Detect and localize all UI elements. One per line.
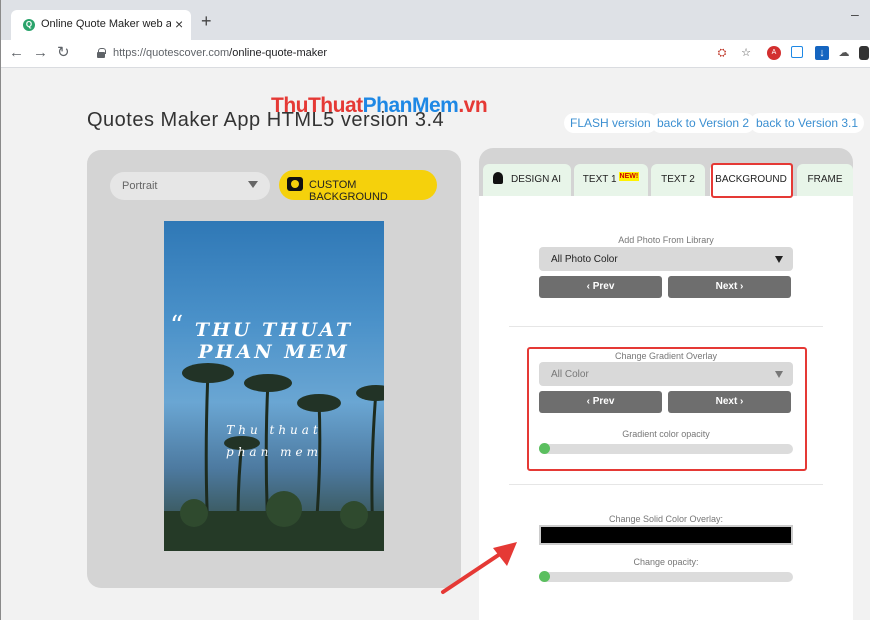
chevron-down-icon — [775, 256, 783, 263]
quote-author-line2: phan mem — [226, 445, 322, 459]
version-3-1-link[interactable]: back to Version 3.1 — [750, 113, 865, 133]
gradient-color-select[interactable]: All Color — [539, 362, 793, 386]
gradient-opacity-slider[interactable] — [539, 443, 793, 454]
adblock-extension-icon[interactable]: A — [767, 46, 781, 60]
photo-color-value: All Photo Color — [551, 254, 618, 265]
gradient-opacity-label: Gradient color opacity — [622, 429, 710, 439]
browser-window: Q Online Quote Maker web applica × + – ←… — [0, 0, 870, 620]
tab-strip: Q Online Quote Maker web applica × + – — [1, 0, 870, 40]
new-badge: NEW! — [618, 172, 640, 181]
divider — [509, 484, 823, 485]
custom-background-label: CUSTOM BACKGROUND — [309, 179, 388, 203]
orientation-select[interactable]: Portrait — [110, 172, 270, 200]
url-host: https://quotescover.com — [113, 47, 230, 59]
editor-tabs: DESIGN AI TEXT 1 NEW! TEXT 2 BACKGROUND F… — [479, 148, 853, 196]
new-tab-icon[interactable]: + — [201, 12, 212, 30]
library-next-button[interactable]: Next › — [668, 276, 791, 298]
quote-main-line2: PHAN MEM — [198, 341, 350, 363]
lock-icon — [97, 48, 106, 58]
editor-panel: DESIGN AI TEXT 1 NEW! TEXT 2 BACKGROUND F… — [479, 148, 853, 620]
back-arrow-icon[interactable]: ← — [9, 45, 24, 61]
watermark-part3: .vn — [458, 94, 488, 117]
slider-knob[interactable] — [539, 571, 550, 582]
close-tab-icon[interactable]: × — [175, 16, 183, 32]
quote-main-text: THU THUAT PHAN MEM — [164, 319, 384, 363]
slider-knob[interactable] — [539, 443, 550, 454]
bookmark-star-icon[interactable]: ☆ — [739, 46, 753, 60]
solid-color-picker[interactable] — [539, 525, 793, 545]
gradient-next-button[interactable]: Next › — [668, 391, 791, 413]
download-extension-icon[interactable]: ↓ — [815, 46, 829, 60]
library-label: Add Photo From Library — [618, 235, 714, 245]
page-content: Quotes Maker App HTML5 version 3.4 FLASH… — [1, 68, 870, 620]
flash-version-link[interactable]: FLASH version — [564, 113, 657, 133]
watermark-part1: ThuThuat — [271, 94, 363, 117]
address-bar: ← → ↻ https://quotescover.com/online-quo… — [1, 40, 870, 68]
browser-tab[interactable]: Q Online Quote Maker web applica × — [11, 10, 191, 40]
cloud-extension-icon[interactable]: ☁ — [837, 46, 851, 60]
tab-frame-label: FRAME — [807, 174, 843, 185]
url-field[interactable]: https://quotescover.com/online-quote-mak… — [113, 47, 327, 59]
tab-design-ai[interactable]: DESIGN AI — [483, 164, 571, 196]
tab-text1-label: TEXT 1 — [582, 174, 617, 185]
tab-text2[interactable]: TEXT 2 — [651, 164, 705, 196]
tab-text2-label: TEXT 2 — [661, 174, 695, 185]
custom-background-button[interactable]: CUSTOM BACKGROUND — [279, 170, 437, 203]
gradient-label: Change Gradient Overlay — [614, 351, 718, 361]
library-prev-button[interactable]: ‹ Prev — [539, 276, 662, 298]
quote-author-text: Thu thuat phan mem — [164, 419, 384, 463]
divider — [509, 326, 823, 327]
forward-arrow-icon[interactable]: → — [33, 45, 48, 61]
palm-trees-illustration — [164, 363, 384, 551]
preview-panel: Portrait CUSTOM BACKGROUND “ THU THUAT P… — [87, 150, 461, 588]
tab-text1[interactable]: TEXT 1 NEW! — [574, 164, 648, 196]
watermark-logo: ThuThuatPhanMem.vn — [271, 94, 488, 118]
reload-icon[interactable]: ↻ — [57, 45, 70, 61]
solid-opacity-slider[interactable] — [539, 571, 793, 582]
translate-extension-icon[interactable]: ⛭ — [715, 46, 729, 60]
screenshot-extension-icon[interactable] — [791, 46, 803, 58]
url-path: /online-quote-maker — [229, 47, 328, 59]
quotes-favicon-icon: Q — [23, 19, 35, 31]
photo-color-select[interactable]: All Photo Color — [539, 247, 793, 271]
watermark-part2: PhanMem — [362, 94, 459, 117]
chevron-down-icon — [775, 371, 783, 378]
camera-icon — [287, 177, 303, 191]
tab-frame[interactable]: FRAME — [797, 164, 853, 196]
minimize-icon[interactable]: – — [851, 6, 859, 22]
gradient-color-value: All Color — [551, 369, 589, 380]
chevron-down-icon — [248, 181, 258, 188]
annotation-arrow-icon — [441, 542, 517, 594]
orientation-value: Portrait — [122, 180, 158, 192]
tab-title: Online Quote Maker web applica — [41, 18, 171, 30]
quote-author-line1: Thu thuat — [226, 423, 322, 437]
background-tab-highlight — [711, 163, 793, 198]
solid-opacity-label: Change opacity: — [633, 557, 699, 567]
solid-color-label: Change Solid Color Overlay: — [608, 514, 724, 524]
quote-main-line1: THU THUAT — [194, 319, 354, 341]
robot-icon — [492, 172, 503, 184]
profile-extension-icon[interactable] — [859, 46, 869, 60]
tab-design-ai-label: DESIGN AI — [510, 174, 561, 185]
gradient-prev-button[interactable]: ‹ Prev — [539, 391, 662, 413]
version-2-link[interactable]: back to Version 2 — [651, 113, 756, 133]
quote-preview-image[interactable]: “ THU THUAT PHAN MEM Thu thuat phan mem — [164, 221, 384, 551]
